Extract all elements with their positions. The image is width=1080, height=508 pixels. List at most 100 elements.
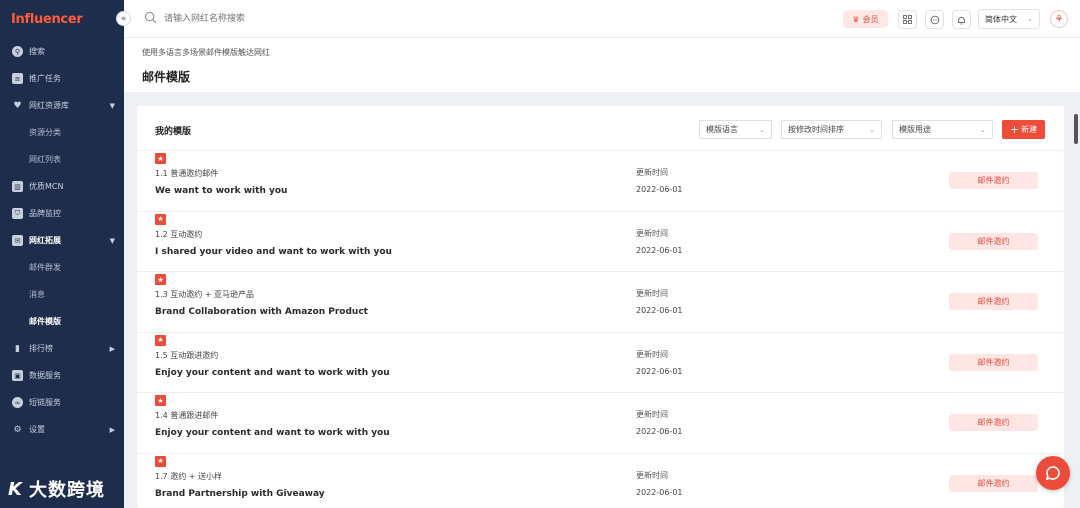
filter-label: 模版语言 <box>706 125 738 134</box>
filter-sort[interactable]: 按修改时间排序 ⌄ <box>781 120 882 139</box>
sidebar-nav: ⚲ 搜索 ≡ 推广任务 ♥ 网红资源库 ▼ 资源分类 网红列表 ▥ 优质MCN ⛉ 品牌监控 ✉ 网红拓展 ▼… <box>0 38 124 443</box>
star-badge-icon: ★ <box>155 395 166 406</box>
page-scrollbar[interactable] <box>1074 114 1078 144</box>
updated-label: 更新时间 <box>636 470 668 480</box>
gear-icon: ⚙ <box>13 424 22 435</box>
template-name: 1.3 互动邀约 + 亚马逊产品 <box>155 290 255 299</box>
email-invite-button[interactable]: 邮件邀约 <box>949 414 1038 431</box>
new-template-button[interactable]: + 新建 <box>1002 120 1045 139</box>
sidebar-item[interactable]: ✉ 网红拓展 ▼ <box>0 227 124 254</box>
plus-icon: + <box>1009 123 1020 136</box>
search-icon <box>144 11 157 24</box>
email-invite-button[interactable]: 邮件邀约 <box>949 232 1038 250</box>
document-icon: ≡ <box>12 73 23 84</box>
notifications-button[interactable] <box>952 10 971 29</box>
email-invite-button[interactable]: 邮件邀约 <box>949 353 1038 371</box>
template-row[interactable]: ★ 1.3 互动邀约 + 亚马逊产品 Brand Collaboration wit… <box>137 271 1064 332</box>
sidebar-item[interactable]: 网红列表 <box>0 146 124 173</box>
sidebar-item[interactable]: ▣ 数据服务 <box>0 362 124 389</box>
email-invite-button[interactable]: 邮件邀约 <box>949 293 1038 310</box>
chevron-down-icon: ⌄ <box>869 125 875 134</box>
sidebar-item[interactable]: 邮件群发 <box>0 254 124 281</box>
template-subject: Brand Collaboration with Amazon Product <box>155 307 368 317</box>
caret-down-icon: ▼ <box>109 101 115 110</box>
support-chat-button[interactable] <box>1036 456 1070 490</box>
filter-template-purpose[interactable]: 模版用途 ⌄ <box>892 120 993 139</box>
template-row[interactable]: ★ 1.5 互动跟进邀约 Enjoy your content and want t… <box>137 331 1064 393</box>
bell-icon <box>958 16 965 24</box>
sidebar-item-label: 网红拓展 <box>29 236 61 245</box>
page-header: 使用多语言多场景邮件模版触达网红 邮件模版 <box>124 38 1080 92</box>
updated-label: 更新时间 <box>636 349 668 359</box>
filter-label: 按修改时间排序 <box>788 125 844 134</box>
updated-date: 2022-06-01 <box>636 185 683 194</box>
sidebar-item[interactable]: ≡ 推广任务 <box>0 65 124 92</box>
template-name: 1.2 互动邀约 <box>155 229 203 239</box>
watermark-logo-icon: K <box>8 478 23 500</box>
sidebar-item[interactable]: ∞ 短链服务 <box>0 389 124 416</box>
double-chevron-left-icon: « <box>120 13 127 24</box>
template-name: 1.1 普通邀约邮件 <box>155 169 219 178</box>
sidebar-item-label: 网红列表 <box>29 155 61 164</box>
template-name: 1.5 互动跟进邀约 <box>155 350 219 360</box>
template-row[interactable]: ★ 1.7 邀约 + 送小样 Brand Partnership with Give… <box>137 452 1064 508</box>
sidebar-item-label: 优质MCN <box>29 182 64 191</box>
filter-label: 模版用途 <box>899 125 931 134</box>
template-row[interactable]: ★ 1.1 普通邀约邮件 We want to work with you 更新时间 2… <box>137 150 1064 211</box>
updated-date: 2022-06-01 <box>636 487 683 497</box>
new-label: 新建 <box>1021 125 1038 134</box>
email-invite-button[interactable]: 邮件邀约 <box>949 474 1038 492</box>
sidebar-item[interactable]: ▮ 排行榜 ▶ <box>0 335 124 362</box>
sidebar-item[interactable]: ⚙ 设置 ▶ <box>0 416 124 443</box>
updated-date: 2022-06-01 <box>636 366 683 376</box>
apps-grid-button[interactable] <box>898 10 917 29</box>
watermark: K 大数跨境 <box>8 476 105 502</box>
chevron-down-icon: ⌄ <box>980 125 986 134</box>
search-input[interactable] <box>164 10 464 28</box>
sidebar-item-label: 数据服务 <box>29 371 61 380</box>
star-badge-icon: ★ <box>155 153 166 164</box>
heart-icon: ♥ <box>13 100 22 111</box>
sidebar-item-label: 品牌监控 <box>29 209 61 218</box>
sidebar-item[interactable]: 邮件模版 <box>0 308 124 335</box>
sidebar-item-label: 消息 <box>29 290 45 299</box>
sidebar-item-label: 排行榜 <box>29 344 53 353</box>
sidebar-item[interactable]: 资源分类 <box>0 119 124 146</box>
template-row[interactable]: ★ 1.2 互动邀约 I shared your video and want to… <box>137 210 1064 272</box>
vip-button[interactable]: ♛ 会员 <box>843 10 888 28</box>
sidebar-item[interactable]: ⚲ 搜索 <box>0 38 124 65</box>
sidebar-item[interactable]: 消息 <box>0 281 124 308</box>
image-icon: ▣ <box>12 370 23 381</box>
updated-date: 2022-06-01 <box>636 245 683 255</box>
template-row[interactable]: ★ 1.4 普通跟进邮件 Enjoy your content and want t… <box>137 392 1064 453</box>
sidebar-item-label: 邮件群发 <box>29 263 61 272</box>
chat-icon <box>1045 466 1060 481</box>
template-subject: We want to work with you <box>155 186 288 196</box>
language-label: 简体中文 <box>985 14 1017 24</box>
filter-template-language[interactable]: 模版语言 ⌄ <box>699 120 772 139</box>
sidebar-item-label: 短链服务 <box>29 398 61 407</box>
templates-card: 我的模版 模版语言 ⌄ 按修改时间排序 ⌄ 模版用途 ⌄ + 新建 ★ 1.1 普通邀约… <box>137 106 1064 508</box>
sidebar-item-label: 资源分类 <box>29 128 61 137</box>
sidebar-item[interactable]: ⛉ 品牌监控 <box>0 200 124 227</box>
sidebar-item-label: 推广任务 <box>29 74 61 83</box>
star-badge-icon: ★ <box>155 334 166 346</box>
logo-text: Influencer <box>11 11 83 27</box>
sidebar-item[interactable]: ▥ 优质MCN <box>0 173 124 200</box>
caret-down-icon: ▼ <box>109 236 115 245</box>
messages-button[interactable] <box>925 10 944 29</box>
chevron-down-icon: ⌄ <box>1027 15 1033 23</box>
email-invite-button[interactable]: 邮件邀约 <box>949 172 1038 189</box>
sidebar-item[interactable]: ♥ 网红资源库 ▼ <box>0 92 124 119</box>
app-logo[interactable]: Influencer <box>0 0 124 38</box>
sidebar-item-label: 网红资源库 <box>29 101 69 110</box>
template-subject: Enjoy your content and want to work with… <box>155 428 390 438</box>
updated-label: 更新时间 <box>636 228 668 238</box>
caret-right-icon: ▶ <box>109 425 115 434</box>
collapse-sidebar-button[interactable]: « <box>116 11 131 26</box>
bar-chart-icon: ▮ <box>15 343 20 354</box>
language-select[interactable]: 简体中文 ⌄ <box>978 9 1040 29</box>
template-name: 1.4 普通跟进邮件 <box>155 411 219 420</box>
topbar: ♛ 会员 简体中文 ⌄ ⚘ <box>124 0 1080 38</box>
avatar[interactable]: ⚘ <box>1050 10 1068 28</box>
